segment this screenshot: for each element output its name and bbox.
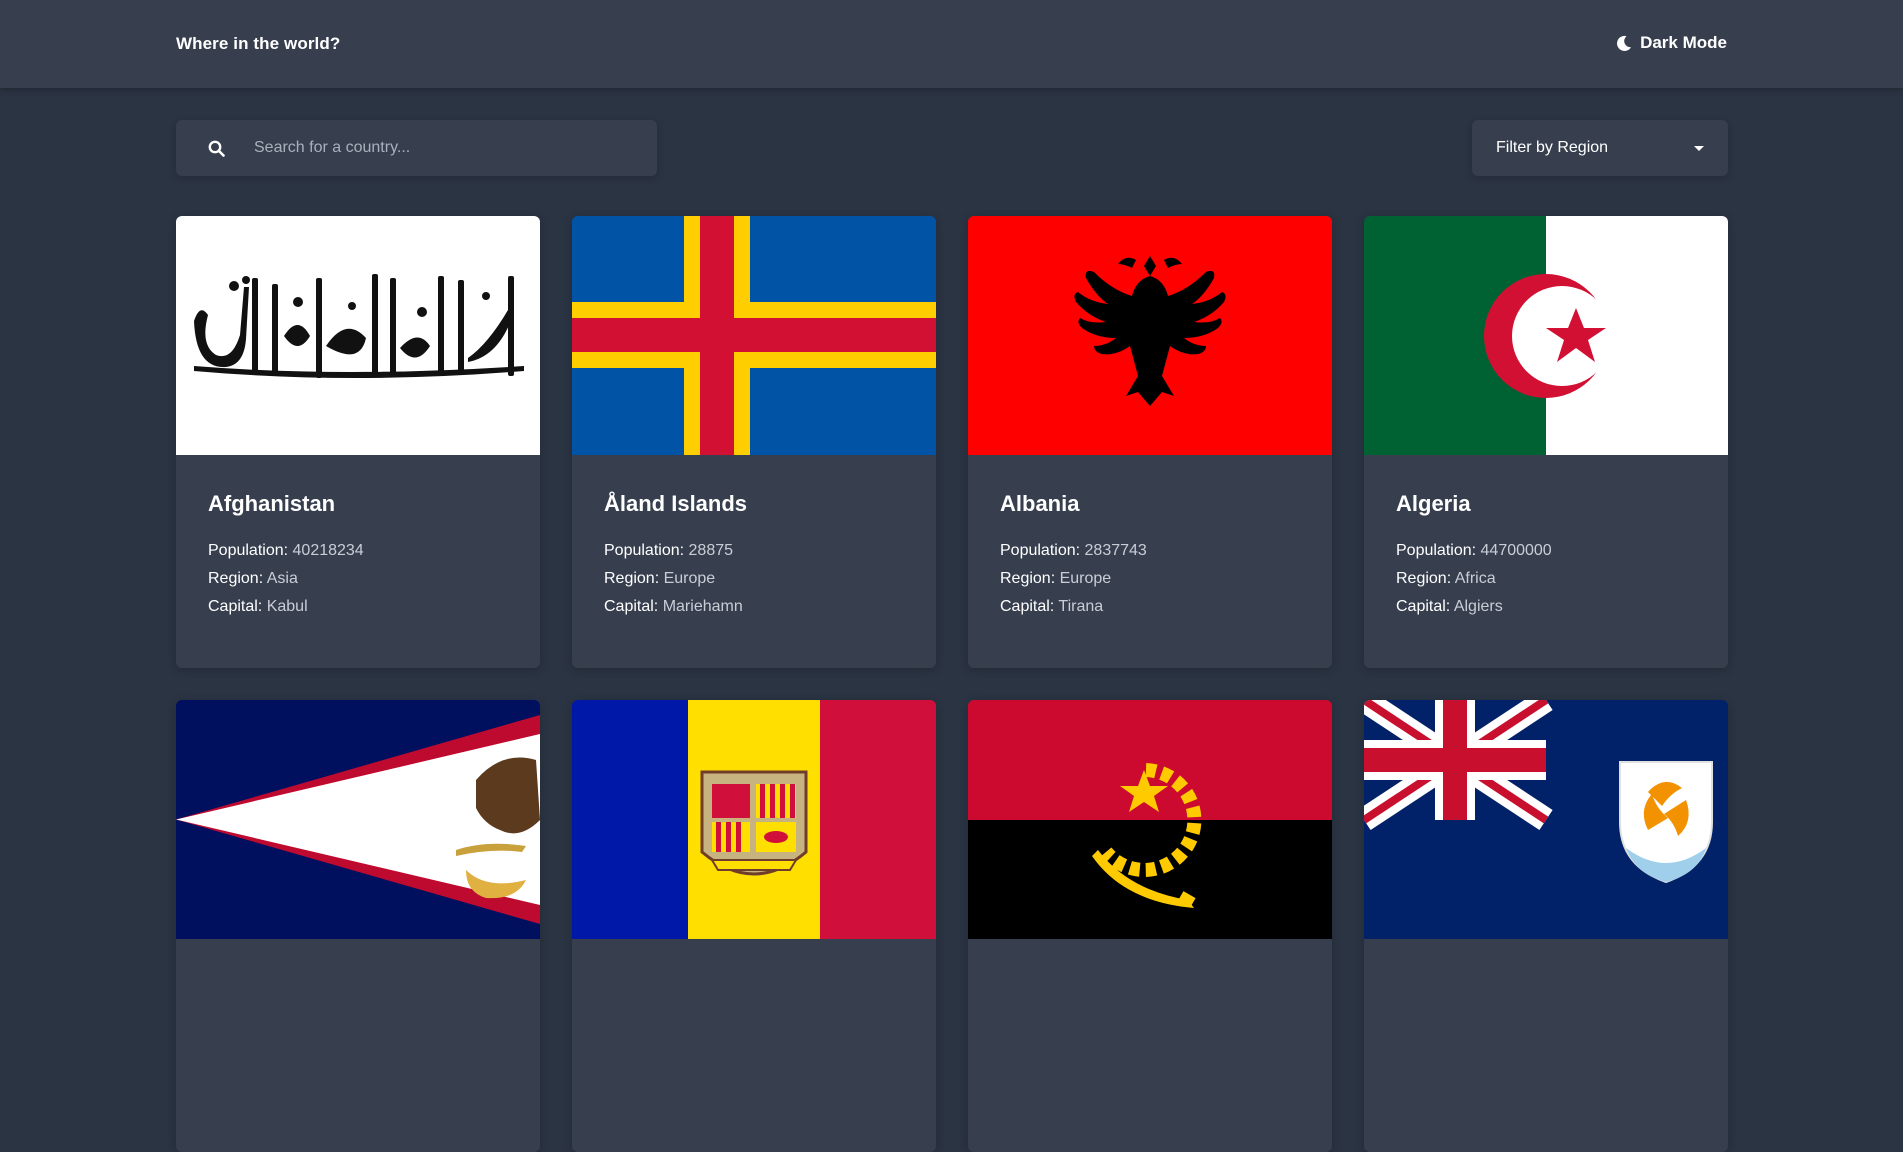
country-card-albania[interactable]: Albania Population: 2837743 Region: Euro… — [968, 216, 1332, 668]
american-samoa-flag-image — [176, 700, 540, 939]
region-value: Europe — [663, 570, 716, 587]
region-filter-dropdown[interactable]: Filter by Region — [1472, 120, 1728, 176]
country-info: Åland Islands Population: 28875 Region: … — [572, 455, 936, 621]
dark-mode-toggle[interactable]: Dark Mode — [1616, 33, 1727, 53]
algeria-flag-image — [1364, 216, 1728, 455]
capital-row: Capital: Mariehamn — [604, 598, 743, 615]
population-value: 40218234 — [292, 542, 364, 559]
capital-row: Capital: Kabul — [208, 598, 308, 615]
country-card-algeria[interactable]: Algeria Population: 44700000 Region: Afr… — [1364, 216, 1728, 668]
region-filter-label: Filter by Region — [1496, 139, 1609, 156]
population-row: Population: 44700000 — [1396, 542, 1552, 559]
flag-aland-islands — [572, 216, 936, 455]
population-row: Population: 28875 — [604, 542, 734, 559]
afghanistan-flag-image — [176, 216, 540, 455]
moon-icon — [1617, 35, 1632, 51]
country-name: Albania — [1000, 491, 1080, 516]
country-card-anguilla[interactable] — [1364, 700, 1728, 1152]
aland-flag-image — [572, 216, 936, 455]
country-name: Afghanistan — [208, 491, 336, 516]
population-value: 2837743 — [1084, 542, 1147, 559]
albania-flag-image — [968, 216, 1332, 455]
flag-andorra — [572, 700, 936, 939]
flag-american-samoa — [176, 700, 540, 939]
region-row: Region: Europe — [1000, 570, 1112, 587]
country-info — [1364, 939, 1728, 975]
region-value: Africa — [1454, 570, 1496, 587]
flag-albania — [968, 216, 1332, 455]
country-name: Algeria — [1396, 491, 1471, 516]
top-bar: Where in the world? Dark Mode — [0, 0, 1903, 88]
country-card-andorra[interactable] — [572, 700, 936, 1152]
region-row: Region: Asia — [208, 570, 298, 587]
country-info: Algeria Population: 44700000 Region: Afr… — [1364, 455, 1728, 621]
country-info: Afghanistan Population: 40218234 Region:… — [176, 455, 540, 621]
flag-afghanistan — [176, 216, 540, 455]
app-title[interactable]: Where in the world? — [176, 34, 340, 54]
region-value: Europe — [1059, 570, 1112, 587]
country-card-american-samoa[interactable] — [176, 700, 540, 1152]
country-name: Åland Islands — [604, 491, 748, 516]
country-grid: Afghanistan Population: 40218234 Region:… — [176, 216, 1728, 1152]
flag-angola — [968, 700, 1332, 939]
country-card-aland-islands[interactable]: Åland Islands Population: 28875 Region: … — [572, 216, 936, 668]
search-box — [176, 120, 657, 176]
country-info — [176, 939, 540, 975]
andorra-flag-image — [572, 700, 936, 939]
dark-mode-label: Dark Mode — [1640, 33, 1727, 52]
capital-value: Tirana — [1058, 598, 1104, 615]
angola-flag-image — [968, 700, 1332, 939]
population-row: Population: 40218234 — [208, 542, 364, 559]
population-row: Population: 2837743 — [1000, 542, 1147, 559]
population-value: 44700000 — [1480, 542, 1552, 559]
flag-anguilla — [1364, 700, 1728, 939]
country-info — [968, 939, 1332, 975]
caret-down-icon — [1694, 146, 1704, 151]
capital-row: Capital: Algiers — [1396, 598, 1503, 615]
flag-algeria — [1364, 216, 1728, 455]
search-icon — [208, 140, 225, 157]
country-card-angola[interactable] — [968, 700, 1332, 1152]
search-input[interactable] — [254, 120, 644, 176]
anguilla-flag-image — [1364, 700, 1728, 939]
country-info: Albania Population: 2837743 Region: Euro… — [968, 455, 1332, 621]
region-row: Region: Europe — [604, 570, 716, 587]
country-card-afghanistan[interactable]: Afghanistan Population: 40218234 Region:… — [176, 216, 540, 668]
capital-value: Algiers — [1453, 598, 1503, 615]
capital-row: Capital: Tirana — [1000, 598, 1104, 615]
population-value: 28875 — [688, 542, 734, 559]
capital-value: Mariehamn — [662, 598, 743, 615]
region-value: Asia — [266, 570, 298, 587]
country-info — [572, 939, 936, 975]
region-row: Region: Africa — [1396, 570, 1496, 587]
capital-value: Kabul — [266, 598, 308, 615]
